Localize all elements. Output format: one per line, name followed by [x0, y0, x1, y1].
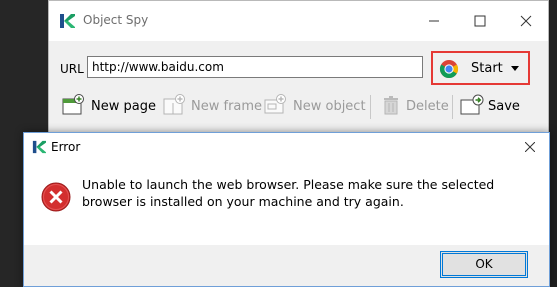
new-object-icon — [264, 94, 286, 114]
new-page-icon — [62, 94, 84, 115]
close-window-button[interactable] — [504, 1, 550, 41]
title-bar: Object Spy — [49, 1, 548, 41]
close-icon — [525, 142, 535, 152]
katalon-logo-icon — [32, 140, 46, 154]
close-icon — [520, 15, 532, 27]
delete-button[interactable]: Delete — [380, 91, 449, 123]
delete-label: Delete — [406, 99, 449, 114]
ok-button[interactable]: OK — [440, 251, 528, 278]
new-page-button[interactable]: New page — [61, 91, 156, 123]
new-frame-label: New frame — [191, 99, 263, 114]
trash-icon — [384, 96, 398, 115]
chevron-down-icon[interactable] — [511, 66, 519, 72]
minimize-button[interactable] — [412, 1, 458, 41]
dialog-title: Error — [51, 140, 81, 154]
save-button[interactable]: Save — [459, 91, 520, 123]
error-dialog: Error Unable to launch the web browser. … — [23, 132, 550, 287]
desktop-background-right — [549, 0, 557, 287]
close-dialog-button[interactable] — [512, 133, 548, 161]
focus-ring — [442, 253, 526, 276]
start-button-label: Start — [471, 61, 503, 76]
save-icon — [460, 94, 484, 115]
katalon-logo-icon — [60, 14, 75, 28]
start-browser-button[interactable]: Start — [431, 51, 530, 85]
toolbar-separator — [370, 95, 371, 119]
new-frame-icon — [163, 94, 185, 115]
maximize-icon — [474, 15, 486, 27]
toolbar-separator — [452, 95, 453, 119]
save-label: Save — [488, 99, 520, 114]
url-input[interactable] — [87, 56, 423, 78]
dialog-title-bar: Error — [24, 133, 549, 161]
new-page-label: New page — [91, 99, 156, 114]
chrome-icon — [439, 60, 459, 79]
dialog-footer: OK — [24, 245, 549, 286]
new-frame-button[interactable]: New frame — [162, 91, 262, 123]
error-message: Unable to launch the web browser. Please… — [82, 177, 495, 209]
maximize-button[interactable] — [458, 1, 504, 41]
minimize-icon — [429, 20, 439, 22]
new-object-button[interactable]: New object — [263, 91, 366, 123]
new-object-label: New object — [293, 99, 366, 114]
window-title: Object Spy — [83, 13, 149, 27]
dialog-body: Unable to launch the web browser. Please… — [24, 161, 549, 245]
error-icon — [41, 182, 71, 212]
url-label: URL — [60, 62, 84, 76]
